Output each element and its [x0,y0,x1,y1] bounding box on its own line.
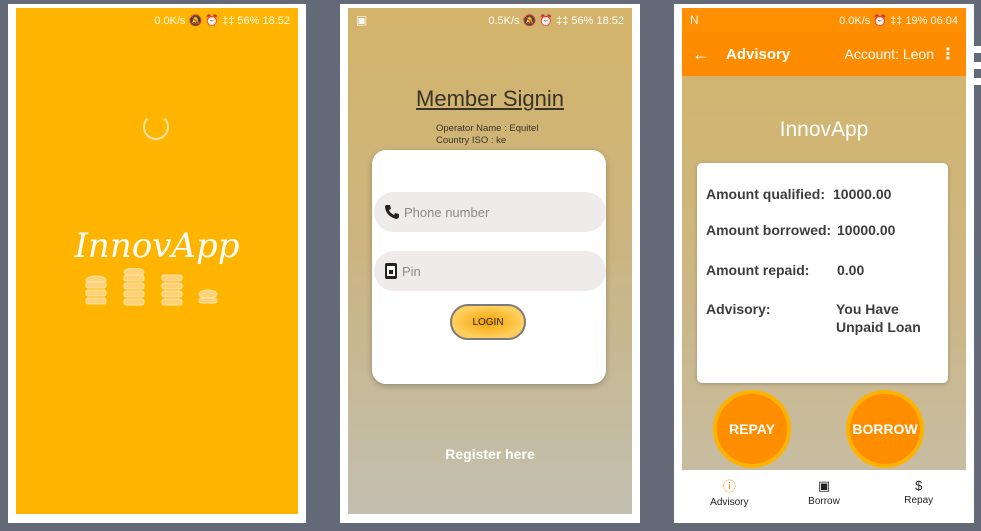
wallet-icon: ▣ [817,477,831,493]
phone-icon [385,205,399,219]
amount-qualified-label: Amount qualified: [706,186,825,202]
login-button[interactable]: LOGIN [450,304,526,340]
status-text: 0.0K/s 🔕 ⏰ ‡‡ 56% 18:52 [154,14,290,27]
coins-icon [85,268,218,306]
country-iso: Country ISO : ke [436,135,507,146]
phone-field[interactable] [374,192,606,232]
borrow-button[interactable]: BORROW [846,390,924,468]
status-bar: 0.0K/s 🔕 ⏰ ‡‡ 56% 18:52 [16,8,298,32]
amount-borrowed-value: 10000.00 [837,222,896,238]
operator-info: Operator Name : Equitel Country ISO : ke [436,123,538,147]
advisory-screen-frame: N 0.0K/s ⏰ ‡‡ 19% 06:04 ← Advisory Accou… [674,4,974,523]
bottom-nav: ⓘ Advisory ▣ Borrow $ Repay [682,470,966,514]
repay-button[interactable]: REPAY [713,390,791,468]
loading-spinner [143,114,169,140]
notification-icon: N [690,13,699,27]
register-link[interactable]: Register here [348,446,632,462]
lock-phone-icon [385,263,397,279]
advisory-label: Advisory: [706,301,771,317]
page-title: Member Signin [416,86,564,111]
screen-title: Advisory [726,45,791,63]
advisory-value-line1: You Have [836,301,899,317]
edge-square [974,78,981,85]
advisory-screen: N 0.0K/s ⏰ ‡‡ 19% 06:04 ← Advisory Accou… [682,8,966,514]
brand-title: InnovApp [779,118,869,141]
nav-borrow[interactable]: ▣ Borrow [777,470,872,514]
edge-square [974,46,981,53]
nav-advisory[interactable]: ⓘ Advisory [682,470,777,514]
signin-screen: ▣ 0.5K/s 🔕 ⏰ ‡‡ 56% 18:52 Member Signin … [348,8,632,514]
status-text: 0.5K/s 🔕 ⏰ ‡‡ 56% 18:52 [488,14,624,27]
app-bar: ← Advisory Account: Leon ⋮ [682,32,966,76]
signin-screen-frame: ▣ 0.5K/s 🔕 ⏰ ‡‡ 56% 18:52 Member Signin … [340,4,640,523]
pin-input[interactable] [398,263,582,279]
overflow-menu-icon[interactable]: ⋮ [940,44,956,64]
pin-field[interactable] [374,251,606,291]
edge-square [974,62,981,69]
amount-repaid-label: Amount repaid: [706,262,810,278]
edge-decoration [974,46,981,94]
nav-repay-label: Repay [904,495,934,506]
splash-screen: 0.0K/s 🔕 ⏰ ‡‡ 56% 18:52 InnovApp [16,8,298,514]
account-label: Account: Leon [844,46,934,62]
phone-number-input[interactable] [400,204,584,220]
amount-qualified-value: 10000.00 [833,186,892,202]
advisory-card: Amount qualified: 10000.00 Amount borrow… [697,163,948,383]
advisory-value-line2: Unpaid Loan [836,319,921,335]
login-card: LOGIN [372,150,606,384]
image-notification-icon: ▣ [356,13,368,27]
back-arrow-icon[interactable]: ← [692,44,726,65]
status-bar: N 0.0K/s ⏰ ‡‡ 19% 06:04 [682,8,966,32]
info-icon: ⓘ [722,479,736,494]
nav-repay[interactable]: $ Repay [871,470,966,514]
nav-advisory-label: Advisory [710,497,749,508]
app-logo: InnovApp [74,226,240,266]
dollar-icon: $ [915,478,923,493]
operator-name: Operator Name : Equitel [436,123,539,134]
status-text: 0.0K/s ⏰ ‡‡ 19% 06:04 [839,14,958,27]
splash-screen-frame: 0.0K/s 🔕 ⏰ ‡‡ 56% 18:52 InnovApp [8,4,306,523]
amount-borrowed-label: Amount borrowed: [706,222,832,238]
amount-repaid-value: 0.00 [837,262,865,278]
status-bar: ▣ 0.5K/s 🔕 ⏰ ‡‡ 56% 18:52 [348,8,632,32]
nav-borrow-label: Borrow [808,495,840,507]
